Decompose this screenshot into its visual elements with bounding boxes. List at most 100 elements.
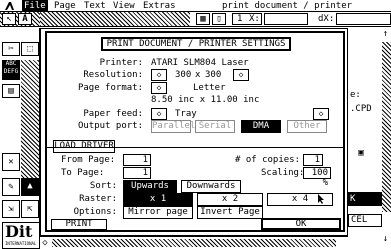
to-page-field[interactable]: 1 <box>123 167 151 179</box>
page-format-label: Page format: <box>77 83 143 93</box>
raster-label: Raster: <box>79 194 117 204</box>
dx-coordinate-field <box>336 13 391 25</box>
cancel-label: CEL <box>351 215 368 225</box>
sort-upwards-button[interactable]: Upwards <box>123 180 177 193</box>
e-label: e: <box>350 90 361 100</box>
paper-feed-right-selector[interactable]: ◇ <box>313 108 329 120</box>
logo-subtext: INTERNATIONAL <box>5 241 37 246</box>
options-label: Options: <box>73 207 117 217</box>
window-title: print document / printer settings <box>222 1 353 23</box>
page-format-selector[interactable]: ◇ <box>151 82 167 94</box>
k-button[interactable]: K <box>348 192 382 206</box>
dialog-title-text: PRINT DOCUMENT / PRINTER SETTINGS <box>106 39 286 49</box>
copies-field[interactable]: 1 <box>303 154 323 166</box>
move-arrows-icon[interactable]: ⇲ <box>2 200 20 218</box>
crosshair-icon[interactable]: ✕ <box>2 153 20 171</box>
raster-x1-button[interactable]: x 1 <box>123 193 193 206</box>
zoom-field[interactable]: 1 X: <box>232 13 262 25</box>
paper-feed-value: Tray <box>175 109 197 119</box>
left-palette: ✂ ⬚ ABC DEFG ▤ ✕ ✎ ▲ ⇲ ⇱ Dit INTERNATION… <box>0 28 40 249</box>
resolution-label: Resolution: <box>83 70 143 80</box>
defg-label: DEFG <box>3 68 19 75</box>
copies-label: # of copies: <box>235 155 301 165</box>
output-port-label: Output port: <box>77 121 143 131</box>
port-other-button[interactable]: Other <box>287 120 327 133</box>
page-size-value: 8.50 inc x 11.00 inc <box>151 95 260 105</box>
scroll-left-arrow-icon[interactable]: ◇ <box>40 237 50 249</box>
file-ext-label: .CPD <box>350 104 372 114</box>
diamond-icon: ◇ <box>156 70 162 79</box>
dx-label: dX: <box>318 14 335 24</box>
resolution-x-selector[interactable]: ◇ <box>151 69 167 81</box>
menu-bar: File Page Text View Extras print documen… <box>0 0 391 23</box>
right-scrollbar[interactable] <box>382 42 391 212</box>
invert-page-button[interactable]: Invert Page <box>197 206 263 219</box>
sort-label: Sort: <box>89 181 117 191</box>
port-serial-button[interactable]: Serial <box>195 120 235 133</box>
printer-label: Printer: <box>99 58 143 68</box>
scaling-field[interactable]: 100 % <box>303 167 331 188</box>
diamond-icon: ◇ <box>318 109 324 118</box>
cursor-tool-icon[interactable]: ↖ <box>2 13 16 25</box>
dialog: PRINT DOCUMENT / PRINTER SETTINGS Printe… <box>45 31 345 232</box>
abc-label: ABC <box>5 60 17 67</box>
mirror-page-button[interactable]: Mirror page <box>123 206 193 219</box>
menu-page[interactable]: Page <box>52 0 78 12</box>
k-label: K <box>350 194 356 204</box>
port-dma-button[interactable]: DMA <box>241 120 281 133</box>
grid-icon[interactable]: ▦ <box>196 13 210 25</box>
logo-text: Dit <box>5 222 33 241</box>
horizontal-scrollbar[interactable] <box>52 239 336 247</box>
mouse-pointer-icon <box>317 193 327 205</box>
text-tool-icon[interactable]: A <box>18 13 32 25</box>
select-frame-icon[interactable]: ⬚ <box>21 42 39 56</box>
diamond-icon: ◇ <box>156 109 162 118</box>
divider <box>47 147 343 148</box>
apple-logo-icon[interactable] <box>4 1 15 11</box>
x-coordinate-field <box>264 13 308 25</box>
scroll-up-arrow-icon[interactable]: ↑ <box>380 28 391 40</box>
scroll-down-arrow-icon[interactable]: ↓ <box>380 233 391 245</box>
menu-extras[interactable]: Extras <box>141 0 178 12</box>
zoom-value: 1 <box>237 14 243 24</box>
diamond-icon: ◇ <box>156 83 162 92</box>
paper-feed-label: Paper feed: <box>83 109 143 119</box>
print-button[interactable]: PRINT <box>51 219 107 230</box>
raster-x2-button[interactable]: x 2 <box>197 193 263 206</box>
resolution-sep: x <box>195 70 201 80</box>
from-page-label: From Page: <box>61 155 116 165</box>
right-panel: ↑ e: .CPD ▣ K CEL ↓ <box>348 28 391 249</box>
resolution-y-value: 300 <box>205 70 222 80</box>
menu-text[interactable]: Text <box>82 0 108 12</box>
menu-file[interactable]: File <box>22 0 48 12</box>
logo: Dit INTERNATIONAL <box>2 222 40 249</box>
image-tool-icon[interactable]: ▲ <box>21 178 39 196</box>
x-label: X: <box>249 14 260 24</box>
pencil-icon[interactable]: ✎ <box>2 178 20 196</box>
printer-value: ATARI SLM804 Laser <box>151 58 249 68</box>
palette-pattern <box>21 60 39 180</box>
ok-button[interactable]: OK <box>261 218 341 230</box>
port-parallel-button[interactable]: Parallel <box>151 120 195 133</box>
text-style-icon[interactable]: ABC DEFG <box>2 60 20 80</box>
scaling-label: Scaling: <box>261 168 305 178</box>
from-page-field[interactable]: 1 <box>123 154 151 166</box>
paper-feed-selector[interactable]: ◇ <box>151 108 167 120</box>
page-icon[interactable]: ▯ <box>212 13 226 25</box>
to-page-label: To Page: <box>61 168 105 178</box>
cancel-button[interactable]: CEL <box>348 214 382 227</box>
resize-icon[interactable]: ⇱ <box>21 200 39 218</box>
diamond-icon: ◇ <box>238 70 244 79</box>
scissors-icon[interactable]: ✂ <box>2 42 20 56</box>
resolution-x-value: 300 <box>175 70 192 80</box>
dialog-title: PRINT DOCUMENT / PRINTER SETTINGS <box>101 37 291 51</box>
raster-tool-icon[interactable]: ▤ <box>2 84 20 98</box>
menu-view[interactable]: View <box>111 0 137 12</box>
sort-downwards-button[interactable]: Downwards <box>181 180 241 193</box>
document-icon[interactable]: ▣ <box>354 146 368 160</box>
page-format-value: Letter <box>193 83 226 93</box>
toolbar: ↖ A ▦ ▯ 1 X: dX: <box>0 12 391 27</box>
toolbar-center-pattern <box>40 12 190 26</box>
resolution-y-selector[interactable]: ◇ <box>233 69 249 81</box>
bottom-scroll-strip: ◇ <box>40 236 348 249</box>
